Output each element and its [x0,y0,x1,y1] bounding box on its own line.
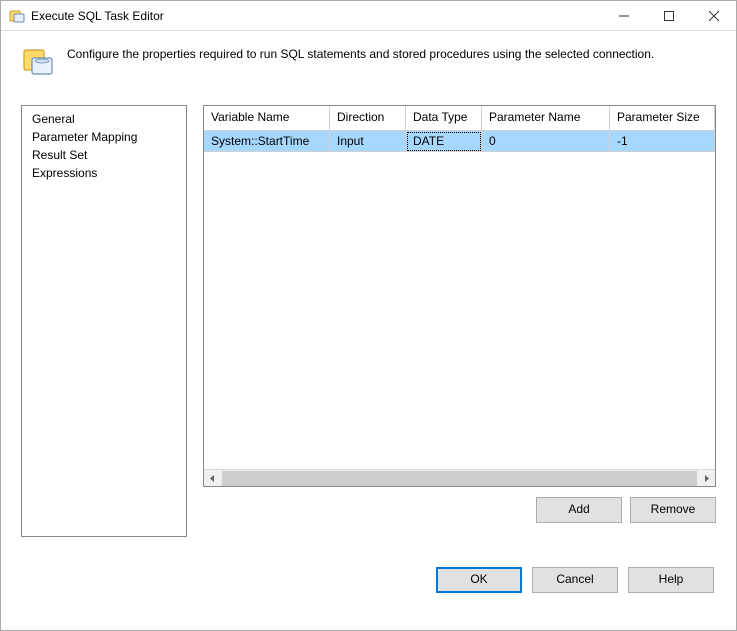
horizontal-scrollbar[interactable] [204,469,715,486]
grid-actions: Add Remove [203,487,716,523]
cell-parameter-name[interactable]: 0 [482,131,610,152]
cell-variable-name[interactable]: System::StartTime [204,131,330,152]
sidebar-item-general[interactable]: General [22,110,186,128]
sidebar-item-parameter-mapping[interactable]: Parameter Mapping [22,128,186,146]
header: Configure the properties required to run… [1,31,736,85]
parameter-grid: Variable Name Direction Data Type Parame… [203,105,716,487]
cell-data-type[interactable]: DATE [406,131,482,152]
sidebar-item-expressions[interactable]: Expressions [22,164,186,182]
cell-direction[interactable]: Input [330,131,406,152]
table-row[interactable]: System::StartTime Input DATE 0 -1 [204,131,715,152]
app-icon [9,8,25,24]
header-description: Configure the properties required to run… [67,45,654,61]
scroll-right-icon[interactable] [698,470,715,487]
cancel-button[interactable]: Cancel [532,567,618,593]
maximize-button[interactable] [646,1,691,30]
add-button[interactable]: Add [536,497,622,523]
grid-body: System::StartTime Input DATE 0 -1 [204,131,715,469]
sidebar-item-result-set[interactable]: Result Set [22,146,186,164]
main-panel: Variable Name Direction Data Type Parame… [203,105,716,537]
col-header-parameter-name[interactable]: Parameter Name [482,106,610,131]
col-header-variable-name[interactable]: Variable Name [204,106,330,131]
col-header-direction[interactable]: Direction [330,106,406,131]
minimize-button[interactable] [601,1,646,30]
content: General Parameter Mapping Result Set Exp… [1,85,736,537]
sidebar: General Parameter Mapping Result Set Exp… [21,105,187,537]
col-header-data-type[interactable]: Data Type [406,106,482,131]
window-title: Execute SQL Task Editor [31,9,601,23]
close-button[interactable] [691,1,736,30]
window-controls [601,1,736,30]
scroll-left-icon[interactable] [204,470,221,487]
scroll-thumb[interactable] [222,471,697,486]
col-header-parameter-size[interactable]: Parameter Size [610,106,715,131]
ok-button[interactable]: OK [436,567,522,593]
scroll-track[interactable] [221,470,698,486]
footer: OK Cancel Help [1,537,736,611]
grid-header: Variable Name Direction Data Type Parame… [204,106,715,131]
cell-parameter-size[interactable]: -1 [610,131,715,152]
remove-button[interactable]: Remove [630,497,716,523]
task-icon [21,45,55,79]
help-button[interactable]: Help [628,567,714,593]
titlebar: Execute SQL Task Editor [1,1,736,31]
